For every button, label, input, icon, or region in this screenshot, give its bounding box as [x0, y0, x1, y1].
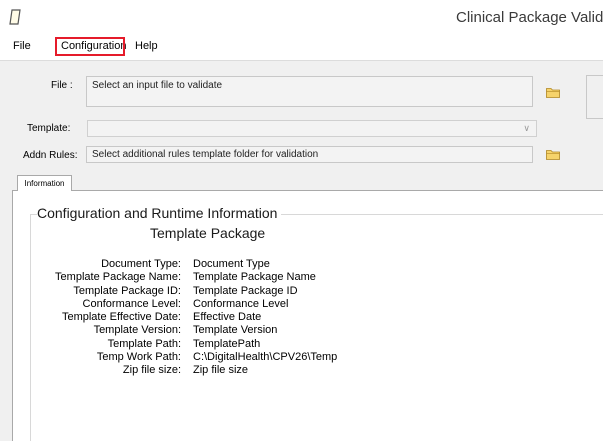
side-panel — [586, 75, 603, 119]
info-key: Template Effective Date: — [61, 311, 181, 324]
file-input[interactable]: Select an input file to validate — [86, 76, 533, 107]
browse-rules-folder-icon[interactable] — [546, 149, 560, 160]
info-value: Conformance Level — [193, 297, 289, 310]
window-title: Clinical Package Validator — [456, 9, 603, 26]
title-bar: Clinical Package Validator — [0, 0, 603, 34]
info-value: Template Version — [193, 324, 278, 337]
info-key: Document Type: — [101, 258, 181, 270]
info-value: Effective Date — [193, 311, 262, 324]
tab-information[interactable]: Information — [17, 175, 72, 191]
addn-rules-input[interactable]: Select additional rules template folder … — [86, 146, 533, 163]
info-key: Template Package Name: — [55, 271, 181, 284]
group-title: Configuration and Runtime Information — [37, 205, 282, 221]
configuration-highlight — [55, 37, 125, 56]
info-value: Zip file size — [193, 364, 249, 377]
info-value: Template Package ID — [193, 284, 298, 297]
info-value: Document Type — [193, 258, 270, 270]
info-key: Template Path: — [107, 337, 181, 350]
info-key: Template Version: — [93, 324, 181, 337]
browse-file-folder-icon[interactable] — [546, 87, 560, 98]
chevron-down-icon: ∨ — [523, 123, 530, 133]
info-value: TemplatePath — [193, 337, 261, 350]
info-key: Zip file size: — [122, 364, 181, 377]
template-select[interactable]: ∨ — [87, 120, 537, 137]
section-title: Template Package — [150, 225, 266, 241]
app-window: Clinical Package Validator File Configur… — [0, 0, 603, 441]
info-value: C:\DigitalHealth\CPV26\Temp — [193, 351, 338, 364]
addn-rules-label: Addn Rules: — [23, 150, 78, 161]
info-value: Template Package Name — [193, 271, 316, 284]
menu-help[interactable]: Help — [135, 40, 158, 52]
info-key: Conformance Level: — [82, 297, 181, 310]
app-icon — [9, 9, 21, 25]
template-label: Template: — [27, 123, 71, 134]
file-label: File : — [51, 80, 73, 91]
info-key: Temp Work Path: — [96, 351, 181, 364]
info-key: Template Package ID: — [73, 284, 181, 297]
menu-file[interactable]: File — [13, 40, 31, 52]
